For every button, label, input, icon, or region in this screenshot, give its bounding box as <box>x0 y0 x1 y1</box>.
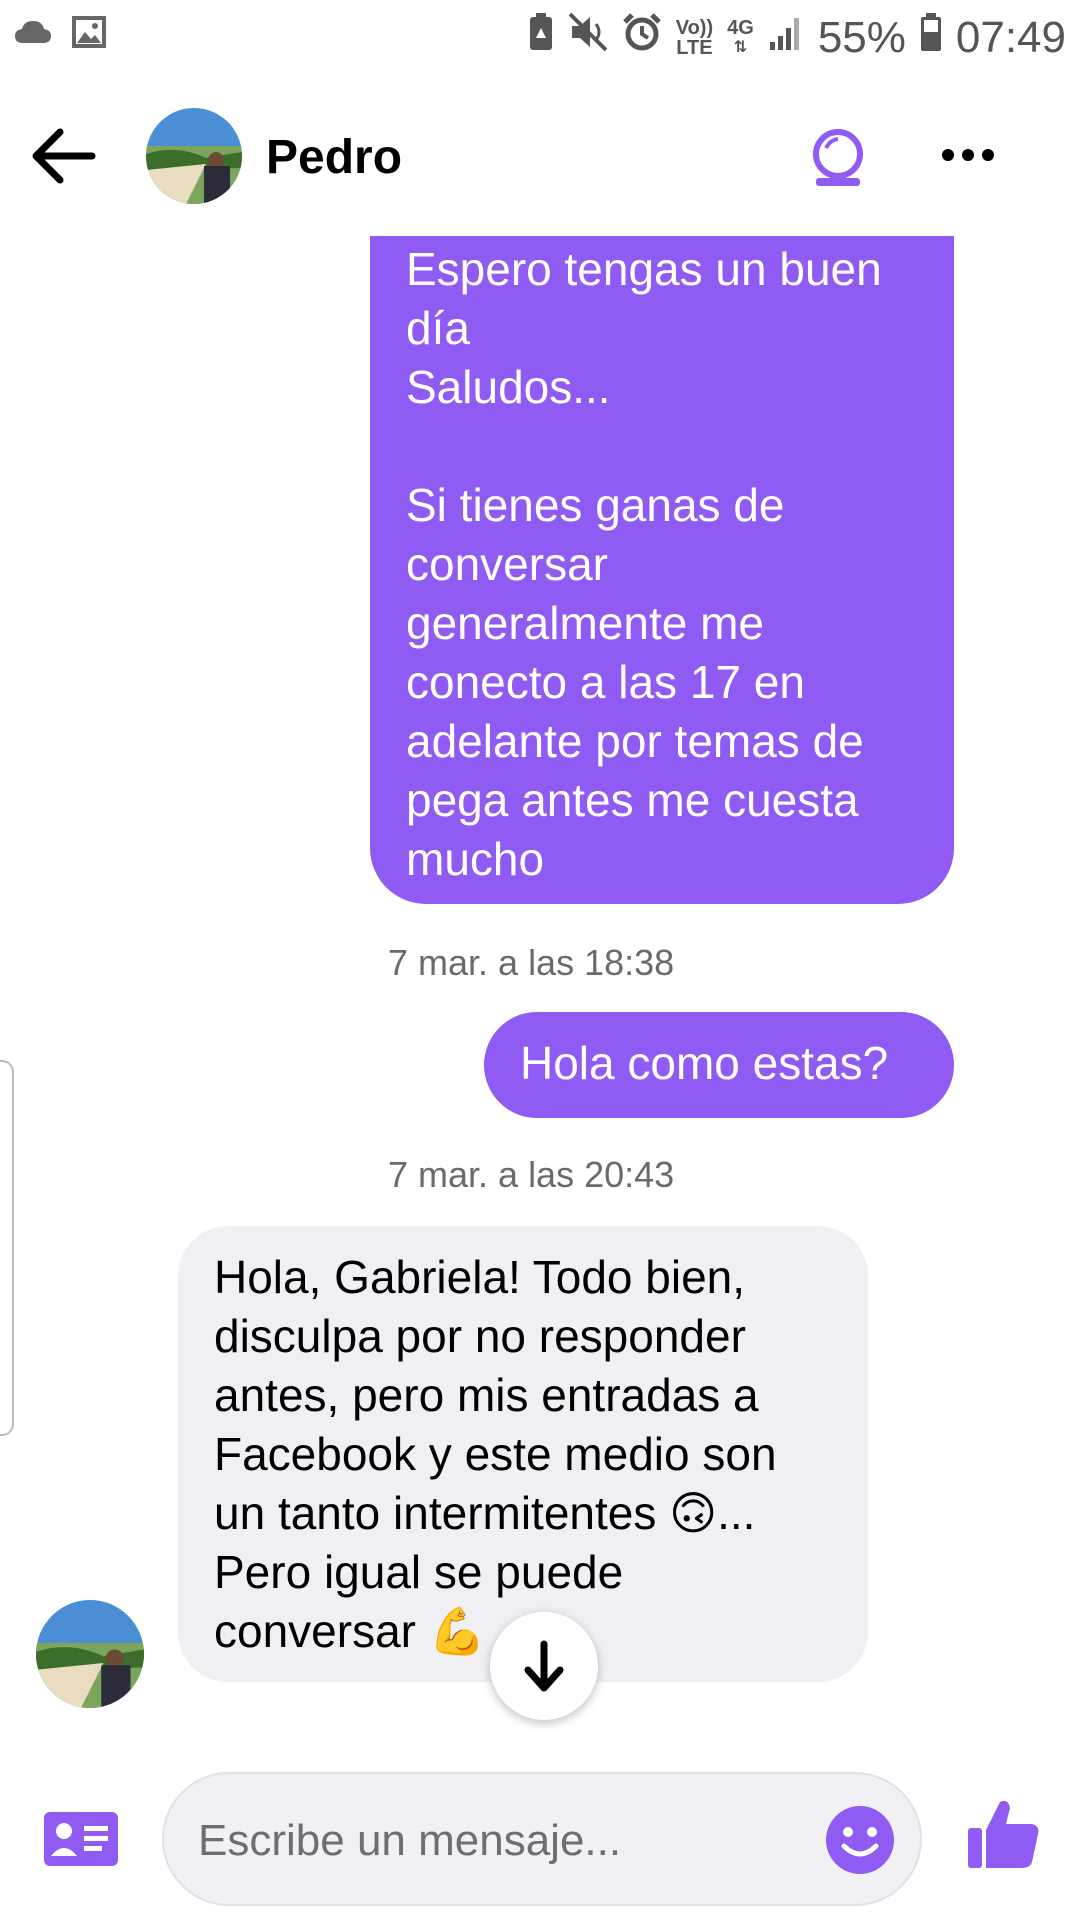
signal-icon <box>768 13 804 63</box>
battery-icon <box>920 12 942 63</box>
like-button[interactable] <box>966 1796 1042 1872</box>
video-call-button[interactable] <box>806 126 870 190</box>
sent-message-bubble[interactable]: Espero tengas un buen día Saludos... Si … <box>370 236 954 904</box>
alarm-icon <box>622 12 662 63</box>
cloud-icon <box>14 19 52 50</box>
message-input-container[interactable] <box>162 1772 922 1906</box>
sent-message-bubble[interactable]: Hola como estas? <box>484 1012 954 1118</box>
message-line: disculpa por no responder <box>214 1310 746 1362</box>
message-line: un tanto intermitentes 🙃... <box>214 1487 756 1539</box>
edge-panel-handle[interactable] <box>0 1060 14 1436</box>
message-line: Pero igual se puede <box>214 1546 624 1598</box>
contact-avatar[interactable] <box>146 108 242 204</box>
arrow-down-icon <box>524 1640 564 1692</box>
contact-card-button[interactable] <box>44 1812 118 1866</box>
message-line: Si tienes ganas de <box>406 479 785 531</box>
message-line: Facebook y este medio son <box>214 1428 777 1480</box>
message-input[interactable] <box>198 1806 758 1876</box>
image-icon <box>72 16 106 53</box>
message-line: Saludos... <box>406 361 611 413</box>
back-button[interactable] <box>30 126 100 186</box>
volte-indicator: Vo)) LTE <box>676 18 713 58</box>
message-line: Hola, Gabriela! Todo bien, <box>214 1251 746 1303</box>
message-line: adelante por temas de <box>406 715 864 767</box>
message-line: pega antes me cuesta <box>406 774 859 826</box>
network-type: 4G ⇅ <box>727 16 754 56</box>
battery-saver-icon <box>528 12 554 63</box>
conversation-header: Pedro <box>0 90 1080 220</box>
thumbs-up-icon <box>968 1800 1039 1868</box>
message-text: Hola como estas? <box>520 1037 889 1089</box>
message-line: conversar <box>406 538 608 590</box>
message-composer <box>0 1766 1080 1920</box>
clock: 07:49 <box>955 12 1066 62</box>
message-line <box>406 417 924 476</box>
more-icon <box>942 149 994 161</box>
message-line: mucho <box>406 833 545 885</box>
back-arrow-icon <box>32 128 96 184</box>
more-options-button[interactable] <box>940 140 996 170</box>
message-line: conecto a las 17 en <box>406 656 805 708</box>
message-line: Espero tengas un buen <box>406 243 882 295</box>
volte-label: Vo)) <box>675 16 714 39</box>
network-label: 4G <box>727 16 754 39</box>
contact-card-icon <box>44 1812 118 1866</box>
mute-icon <box>568 12 608 63</box>
lte-label: LTE <box>676 36 713 59</box>
emoji-button[interactable] <box>824 1804 896 1876</box>
battery-percent: 55% <box>817 12 906 62</box>
status-bar: Vo)) LTE 4G ⇅ 55% 07:49 <box>0 0 1080 72</box>
message-line: antes, pero mis entradas a <box>214 1369 759 1421</box>
sender-avatar[interactable] <box>36 1600 144 1708</box>
video-call-icon <box>813 129 863 186</box>
message-line: generalmente me <box>406 597 764 649</box>
message-timestamp: 7 mar. a las 18:38 <box>388 942 675 983</box>
contact-name[interactable]: Pedro <box>266 130 402 185</box>
scroll-to-bottom-button[interactable] <box>490 1612 598 1720</box>
message-line: día <box>406 302 470 354</box>
emoji-icon <box>826 1806 894 1874</box>
message-timestamp: 7 mar. a las 20:43 <box>388 1154 675 1195</box>
